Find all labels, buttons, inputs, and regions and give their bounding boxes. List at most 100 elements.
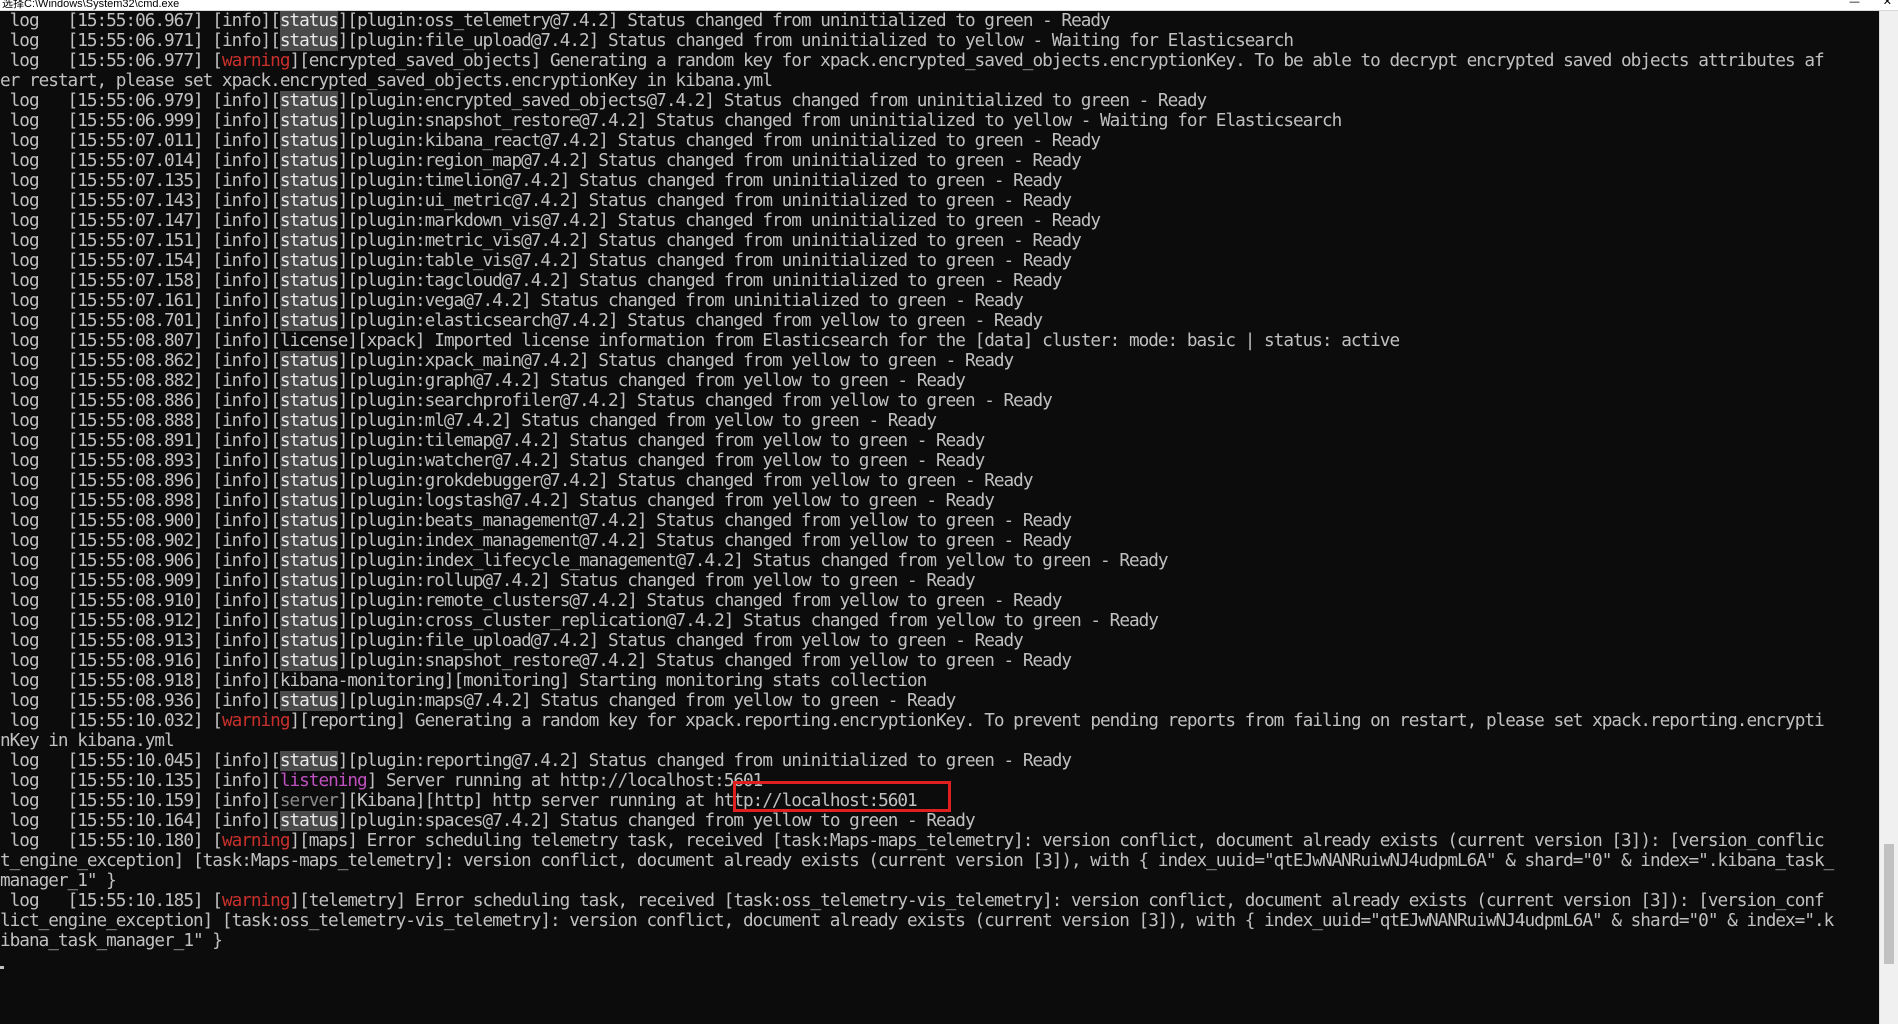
log-message: [reporting] Generating a random key for …: [299, 711, 1825, 731]
console-line: er restart, please set xpack.encrypted_s…: [0, 71, 1880, 91]
line-prefix: lict_engine_exception] [task:oss_telemet…: [0, 911, 1834, 931]
bracket: ]: [337, 171, 349, 191]
line-prefix: log [15:55:08.936]: [0, 691, 213, 711]
bracket: [: [270, 311, 281, 331]
bracket: [: [270, 191, 281, 211]
log-level: info: [221, 191, 262, 211]
bracket: [: [212, 11, 223, 31]
bracket: ]: [337, 411, 349, 431]
bracket: ]: [337, 31, 349, 51]
bracket: ]: [337, 371, 349, 391]
log-level: info: [221, 331, 262, 351]
bracket: [: [212, 511, 223, 531]
bracket: [: [212, 711, 223, 731]
log-tag: status: [279, 491, 339, 511]
bracket: ]: [260, 811, 272, 831]
console-line: log [15:55:07.151] [info][status][plugin…: [0, 231, 1880, 251]
console-output[interactable]: log [15:55:06.967] [info][status][plugin…: [0, 11, 1880, 1024]
log-level: warning: [221, 831, 291, 851]
bracket: ]: [289, 831, 300, 851]
log-level: info: [221, 491, 262, 511]
console-line: log [15:55:08.896] [info][status][plugin…: [0, 471, 1880, 491]
bracket: ]: [260, 311, 272, 331]
log-message: [plugin:watcher@7.4.2] Status changed fr…: [347, 451, 985, 471]
bracket: ]: [260, 271, 272, 291]
bracket: [: [212, 211, 223, 231]
console-line: log [15:55:08.882] [info][status][plugin…: [0, 371, 1880, 391]
line-prefix: log [15:55:07.014]: [0, 151, 213, 171]
bracket: [: [212, 111, 223, 131]
console-line: log [15:55:07.147] [info][status][plugin…: [0, 211, 1880, 231]
console-line: log [15:55:08.912] [info][status][plugin…: [0, 611, 1880, 631]
bracket: ]: [337, 431, 349, 451]
log-message: [license][xpack] Imported license inform…: [270, 331, 1400, 351]
minimize-button[interactable]: —: [1849, 0, 1860, 8]
line-prefix: log [15:55:08.888]: [0, 411, 213, 431]
bracket: [: [270, 451, 281, 471]
bracket: ]: [260, 751, 272, 771]
bracket: [: [212, 291, 223, 311]
bracket: ]: [337, 311, 349, 331]
console-line: log [15:55:07.014] [info][status][plugin…: [0, 151, 1880, 171]
log-tag: listening: [279, 771, 368, 791]
console-line: manager_1" }: [0, 871, 1880, 891]
console-line: log [15:55:08.918] [info][kibana-monitor…: [0, 671, 1880, 691]
log-tag: status: [279, 811, 339, 831]
log-level: info: [221, 151, 262, 171]
bracket: ]: [260, 351, 272, 371]
bracket: [: [212, 411, 223, 431]
bracket: [: [270, 371, 281, 391]
bracket: ]: [260, 671, 272, 691]
log-tag: status: [279, 351, 339, 371]
log-message: [Kibana][http] http server running at ht…: [347, 791, 917, 811]
console-line: log [15:55:08.886] [info][status][plugin…: [0, 391, 1880, 411]
line-prefix: log [15:55:08.916]: [0, 651, 213, 671]
log-level: info: [221, 131, 262, 151]
title-bar[interactable]: 选择C:\Windows\System32\cmd.exe — ✕: [0, 0, 1898, 11]
bracket: [: [270, 431, 281, 451]
log-message: [plugin:encrypted_saved_objects@7.4.2] S…: [347, 91, 1207, 111]
log-message: [plugin:markdown_vis@7.4.2] Status chang…: [347, 211, 1101, 231]
line-prefix: log [15:55:08.906]: [0, 551, 213, 571]
bracket: ]: [337, 491, 349, 511]
bracket: ]: [260, 771, 272, 791]
log-tag: server: [279, 791, 339, 811]
vertical-scrollbar[interactable]: [1879, 11, 1898, 1024]
bracket: [: [212, 531, 223, 551]
bracket: ]: [337, 151, 349, 171]
console-line: log [15:55:06.967] [info][status][plugin…: [0, 11, 1880, 31]
line-prefix: log [15:55:07.151]: [0, 231, 213, 251]
log-level: warning: [221, 891, 291, 911]
bracket: ]: [337, 351, 349, 371]
bracket: [: [270, 351, 281, 371]
bracket: [: [270, 751, 281, 771]
bracket: ]: [337, 791, 349, 811]
bracket: [: [212, 351, 223, 371]
log-message: [kibana-monitoring][monitoring] Starting…: [270, 671, 927, 691]
scrollbar-thumb[interactable]: [1884, 844, 1894, 964]
line-prefix: log [15:55:08.918]: [0, 671, 213, 691]
line-prefix: log [15:55:07.143]: [0, 191, 213, 211]
close-button[interactable]: ✕: [1883, 0, 1892, 8]
log-message: [plugin:logstash@7.4.2] Status changed f…: [347, 491, 994, 511]
bracket: ]: [260, 551, 272, 571]
line-prefix: log [15:55:08.886]: [0, 391, 213, 411]
bracket: ]: [260, 651, 272, 671]
bracket: ]: [260, 111, 272, 131]
log-tag: status: [279, 611, 339, 631]
log-level: info: [221, 691, 262, 711]
bracket: ]: [260, 231, 272, 251]
log-message: [maps] Error scheduling telemetry task, …: [299, 831, 1825, 851]
log-level: info: [221, 451, 262, 471]
line-prefix: log [15:55:08.882]: [0, 371, 213, 391]
bracket: [: [270, 231, 281, 251]
console-line: log [15:55:10.159] [info][server][Kibana…: [0, 791, 1880, 811]
bracket: ]: [260, 791, 272, 811]
bracket: ]: [337, 551, 349, 571]
bracket: ]: [260, 11, 272, 31]
log-message: [plugin:index_management@7.4.2] Status c…: [347, 531, 1072, 551]
bracket: [: [212, 51, 223, 71]
log-tag: status: [279, 751, 339, 771]
console-line: log [15:55:08.898] [info][status][plugin…: [0, 491, 1880, 511]
bracket: [: [270, 651, 281, 671]
